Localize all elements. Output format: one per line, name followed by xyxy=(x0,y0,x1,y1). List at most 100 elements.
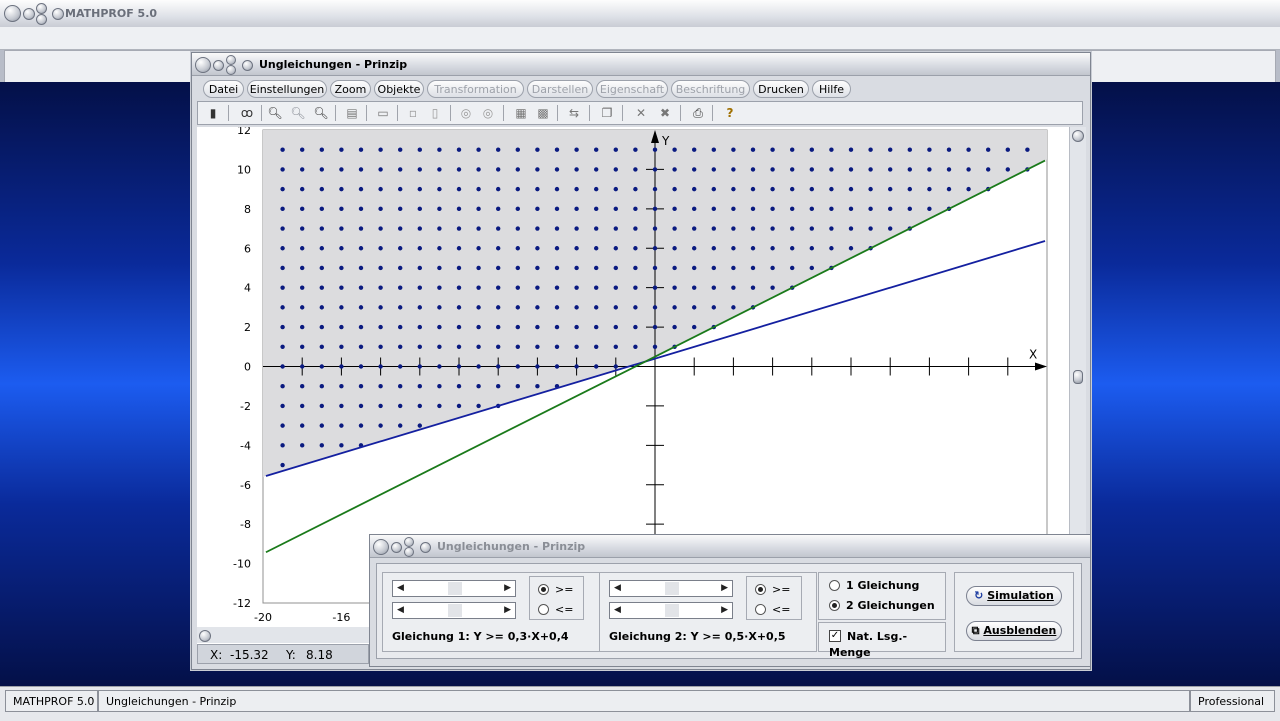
simulation-button[interactable]: ↻ Simulation xyxy=(966,586,1062,606)
menu-einstellungen[interactable]: Einstellungen xyxy=(247,80,327,98)
frame-icon[interactable]: ▯ xyxy=(426,105,444,121)
horizontal-scrollbar[interactable] xyxy=(197,627,369,643)
arrow-left-icon[interactable]: ◀ xyxy=(614,605,621,615)
eq1-le-radio[interactable]: <= xyxy=(538,602,573,618)
window-titlebar[interactable]: Ungleichungen - Prinzip xyxy=(192,53,1090,76)
hide-button[interactable]: ⧉ Ausblenden xyxy=(966,621,1062,641)
solution-dot xyxy=(398,206,403,212)
menu-eigenschaft: Eigenschaft xyxy=(596,80,668,98)
solution-dot xyxy=(770,246,775,251)
help-icon[interactable]: ? xyxy=(721,105,739,121)
radio-off-icon[interactable] xyxy=(755,603,766,615)
solution-dot xyxy=(731,147,736,152)
solution-dot xyxy=(770,265,775,271)
window-orb-icon[interactable] xyxy=(4,5,21,22)
window-orb-icon[interactable] xyxy=(195,57,211,73)
mode-one-radio[interactable]: 1 Gleichung xyxy=(829,578,919,594)
solution-dot xyxy=(888,147,893,152)
solution-dot xyxy=(358,423,364,428)
close-orb-icon[interactable] xyxy=(36,14,47,25)
dialog-titlebar[interactable]: Ungleichungen - Prinzip xyxy=(370,535,1090,558)
menu-datei[interactable]: Datei xyxy=(203,80,244,98)
arrow-right-icon[interactable]: ▶ xyxy=(721,583,728,593)
solution-dot xyxy=(554,167,560,172)
solution-dot xyxy=(829,226,834,231)
minimize-orb-icon[interactable] xyxy=(391,542,402,553)
eq1-ge-radio[interactable]: >= xyxy=(538,582,573,598)
solution-dot xyxy=(378,344,383,349)
solution-dot xyxy=(417,265,422,271)
eq1-slope-slider[interactable]: ◀ ▶ xyxy=(392,580,516,597)
eq1-intercept-slider[interactable]: ◀ ▶ xyxy=(392,602,516,619)
close-orb-icon[interactable] xyxy=(404,547,414,557)
menu-hilfe[interactable]: Hilfe xyxy=(812,80,851,98)
close-orb-icon[interactable] xyxy=(226,65,236,75)
solution-dot xyxy=(378,423,383,428)
checkmark-icon[interactable]: ✓ xyxy=(829,630,841,642)
eq2-slope-slider[interactable]: ◀ ▶ xyxy=(609,580,733,597)
zoom-icon[interactable]: 🔍︎ xyxy=(289,105,307,121)
scroll-thumb[interactable] xyxy=(1073,370,1083,384)
eq2-ge-radio[interactable]: >= xyxy=(755,582,790,598)
eq2-intercept-slider[interactable]: ◀ ▶ xyxy=(609,602,733,619)
table-icon[interactable]: ▦ xyxy=(512,105,530,121)
radio-on-icon[interactable] xyxy=(755,583,766,595)
double-cross-icon[interactable]: ✖ xyxy=(656,105,674,121)
circle-a-icon[interactable]: ◎ xyxy=(457,105,475,121)
solution-dot xyxy=(496,344,501,349)
solution-dot xyxy=(280,403,285,409)
radio-on-icon[interactable] xyxy=(538,583,549,595)
nat-checkbox[interactable]: ✓ Nat. Lsg.-Menge xyxy=(829,629,945,659)
minimize-orb-icon[interactable] xyxy=(213,60,224,71)
arrow-right-icon[interactable]: ▶ xyxy=(504,583,511,593)
maximize-orb-icon[interactable] xyxy=(404,537,414,547)
solution-dot xyxy=(692,147,697,152)
slider-thumb[interactable] xyxy=(448,604,462,617)
copy-icon[interactable]: ❐ xyxy=(598,105,616,121)
solution-dot xyxy=(417,403,422,409)
maximize-orb-icon[interactable] xyxy=(36,3,47,14)
radio-off-icon[interactable] xyxy=(829,579,840,591)
properties-icon[interactable]: ▤ xyxy=(343,105,361,121)
slider-thumb[interactable] xyxy=(665,604,679,617)
slider-thumb[interactable] xyxy=(665,582,679,595)
arrow-right-icon[interactable]: ▶ xyxy=(504,605,511,615)
cross-icon[interactable]: ✕ xyxy=(632,105,650,121)
slider-thumb[interactable] xyxy=(448,582,462,595)
solution-dot xyxy=(398,305,403,310)
solution-dot xyxy=(535,384,540,389)
window-icon[interactable]: ▭ xyxy=(374,105,392,121)
table-edit-icon[interactable]: ▩ xyxy=(534,105,552,121)
radio-off-icon[interactable] xyxy=(538,603,549,615)
menu-objekte[interactable]: Objekte xyxy=(374,80,424,98)
maximize-orb-icon[interactable] xyxy=(226,55,236,65)
circle-b-icon[interactable]: ◎ xyxy=(479,105,497,121)
radio-on-icon[interactable] xyxy=(829,599,840,611)
minimize-orb-icon[interactable] xyxy=(23,8,35,20)
arrow-right-icon[interactable]: ▶ xyxy=(721,605,728,615)
calculator-icon[interactable]: ▮ xyxy=(204,105,222,121)
y-tick-label: -12 xyxy=(233,597,251,610)
menu-drucken[interactable]: Drucken xyxy=(753,80,809,98)
export-icon[interactable]: ⇆ xyxy=(565,105,583,121)
solution-dot xyxy=(633,285,638,290)
y-coord-value: 8.18 xyxy=(306,648,333,662)
window-orb-icon[interactable] xyxy=(373,539,389,555)
dialog-title: Ungleichungen - Prinzip xyxy=(437,540,586,553)
mode-two-radio[interactable]: 2 Gleichungen xyxy=(829,598,935,614)
small-box-icon[interactable]: ▫ xyxy=(404,105,422,121)
scroll-up-icon[interactable] xyxy=(1072,130,1084,142)
eq2-le-radio[interactable]: <= xyxy=(755,602,790,618)
arrow-left-icon[interactable]: ◀ xyxy=(614,583,621,593)
solution-dot xyxy=(1025,147,1030,152)
zoom-out-icon[interactable]: 🔍︎ xyxy=(266,105,284,121)
arrow-left-icon[interactable]: ◀ xyxy=(397,583,404,593)
solution-dot xyxy=(417,384,422,389)
scroll-left-icon[interactable] xyxy=(199,630,211,642)
zoom-in-icon[interactable]: 🔍︎ xyxy=(312,105,330,121)
print-icon[interactable]: ⎙ xyxy=(689,105,707,121)
menu-zoom[interactable]: Zoom xyxy=(330,80,371,98)
glasses-icon[interactable]: ꝏ xyxy=(236,105,258,121)
arrow-left-icon[interactable]: ◀ xyxy=(397,605,404,615)
solution-dot xyxy=(594,147,599,152)
